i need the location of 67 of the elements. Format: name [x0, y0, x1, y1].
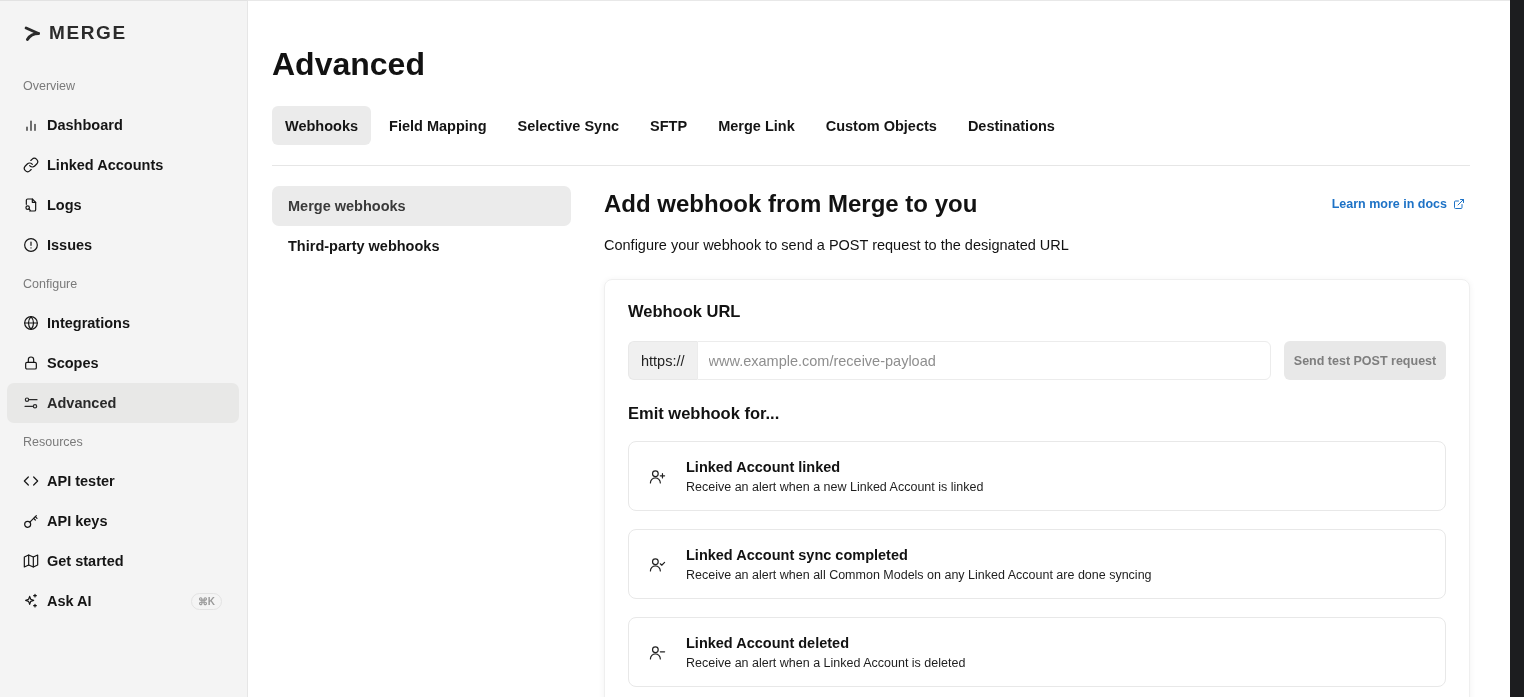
sidebar-item[interactable]: Advanced	[7, 383, 239, 423]
sidebar-item-label: Get started	[47, 553, 125, 569]
user-minus-icon	[649, 643, 666, 661]
url-input-field[interactable]: www.example.com/receive-payload	[696, 341, 1271, 380]
sidebar-item[interactable]: Issues	[7, 225, 239, 265]
sidebar-item-label: API keys	[47, 513, 109, 529]
section-description: Configure your webhook to send a POST request to the designated URL	[604, 236, 1070, 255]
sidebar-item[interactable]: Get started	[7, 541, 239, 581]
sidebar-item[interactable]: Scopes	[7, 343, 239, 383]
tab[interactable]: Webhooks	[272, 106, 372, 145]
user-check-icon	[649, 555, 666, 573]
sidebar-item-label: Advanced	[47, 395, 118, 411]
subnav-item[interactable]: Merge webhooks	[272, 186, 571, 226]
url-prefix-addon: https://	[628, 341, 697, 380]
sidebar-item[interactable]: API keys	[7, 501, 239, 541]
event-option-card[interactable]: Linked Account deleted Receive an alert when a Linked Account is deleted	[628, 617, 1446, 687]
logo-mark-icon	[24, 24, 41, 42]
sidebar-section-heading: Resources	[22, 434, 84, 451]
sidebar-item[interactable]: API tester	[7, 461, 239, 501]
subnav-item[interactable]: Third-party webhooks	[272, 226, 571, 266]
sidebar-section-heading: Configure	[22, 276, 79, 293]
event-title: Linked Account deleted	[686, 634, 850, 651]
sidebar-item-label: Ask AI	[47, 593, 93, 609]
event-option-card[interactable]: Linked Account sync completed Receive an alert when all Common Models on any Linked Account are done syncing	[628, 529, 1446, 599]
lock-icon	[23, 355, 39, 371]
event-option-card[interactable]: Linked Account linked Receive an alert when a new Linked Account is linked	[628, 441, 1446, 511]
logo-wordmark: MERGE	[49, 22, 127, 44]
sidebar-item[interactable]: Linked Accounts	[7, 145, 239, 185]
events-heading: Emit webhook for...	[628, 403, 781, 424]
sidebar-item-label: Dashboard	[47, 117, 124, 133]
tab[interactable]: Custom Objects	[812, 106, 950, 145]
event-title: Linked Account linked	[686, 458, 842, 475]
sidebar-item[interactable]: Dashboard	[7, 105, 239, 145]
event-description: Receive an alert when a Linked Account is deleted	[686, 655, 966, 670]
section-title: Add webhook from Merge to you	[604, 190, 978, 218]
sidebar-item[interactable]: Ask AI ⌘K	[7, 581, 239, 621]
sidebar-item-label: Scopes	[47, 355, 100, 371]
docs-link[interactable]: Learn more in docs	[1331, 197, 1465, 211]
sidebar-section-heading: Overview	[22, 78, 77, 95]
page-title: Advanced	[272, 45, 426, 84]
sliders-icon	[23, 395, 39, 411]
sidebar-item-label: Linked Accounts	[47, 157, 165, 173]
card-title: Webhook URL	[628, 301, 742, 322]
sidebar-item-label: API tester	[47, 473, 116, 489]
map-icon	[23, 553, 39, 569]
document-search-icon	[23, 197, 39, 213]
tab[interactable]: Merge Link	[705, 106, 808, 145]
sidebar-item-label: Logs	[47, 197, 83, 213]
sidebar-item-label: Integrations	[47, 315, 131, 331]
sidebar-item[interactable]: Integrations	[7, 303, 239, 343]
event-description: Receive an alert when a new Linked Account is linked	[686, 479, 984, 494]
link-icon	[23, 157, 39, 173]
user-plus-icon	[649, 467, 666, 485]
sparkle-icon	[23, 593, 39, 609]
key-icon	[23, 513, 39, 529]
globe-icon	[23, 315, 39, 331]
tab[interactable]: Selective Sync	[504, 106, 633, 145]
external-link-icon	[1453, 198, 1465, 210]
event-title: Linked Account sync completed	[686, 546, 909, 563]
tab[interactable]: SFTP	[637, 106, 701, 145]
event-description: Receive an alert when all Common Models on any Linked Account are done syncing	[686, 567, 1152, 582]
sidebar-item[interactable]: Logs	[7, 185, 239, 225]
code-icon	[23, 473, 39, 489]
alert-circle-icon	[23, 237, 39, 253]
tab[interactable]: Field Mapping	[376, 106, 500, 145]
sidebar-item-label: Issues	[47, 237, 94, 253]
tab[interactable]: Destinations	[954, 106, 1068, 145]
